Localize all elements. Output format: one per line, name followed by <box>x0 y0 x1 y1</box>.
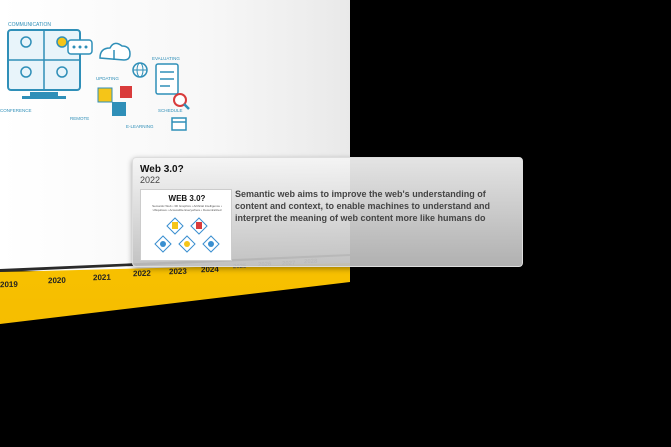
timeline-year[interactable]: 2023 <box>169 267 187 277</box>
chat-bubble-icon <box>67 39 93 55</box>
remote-work-illustration: COMMUNICATION UPDATING EVALUATING SCHEDU… <box>0 22 190 131</box>
puzzle-icon <box>97 86 132 116</box>
thumbnail-title: WEB 3.0? <box>168 194 206 203</box>
globe-icon <box>132 62 148 78</box>
illustration-label: CONFERENCE <box>0 108 32 113</box>
event-thumbnail[interactable]: WEB 3.0? Semantic Web • 3D Graphics • Ar… <box>140 189 232 261</box>
illustration-label: COMMUNICATION <box>8 22 51 28</box>
timeline-year[interactable]: 2019 <box>0 280 18 290</box>
calendar-icon <box>171 117 187 131</box>
cloud-upload-icon <box>99 42 131 61</box>
checklist-icon <box>155 63 179 95</box>
timeline-scene: COMMUNICATION UPDATING EVALUATING SCHEDU… <box>0 0 671 447</box>
illustration-label: EVALUATING <box>152 56 180 61</box>
event-description: Semantic web aims to improve the web's u… <box>235 189 491 223</box>
timeline-year[interactable]: 2020 <box>48 276 66 286</box>
event-popup-card[interactable]: Web 3.0? 2022 WEB 3.0? Semantic Web • 3D… <box>132 157 523 267</box>
timeline-year[interactable]: 2022 <box>133 269 151 279</box>
web3-diagram-icon <box>154 217 220 253</box>
illustration-label: E-LEARNING <box>126 124 154 129</box>
illustration-label: REMOTE <box>70 116 89 121</box>
timeline-year[interactable]: 2021 <box>93 273 111 283</box>
illustration-label: SCHEDULE <box>158 108 183 113</box>
event-year: 2022 <box>140 175 161 185</box>
thumbnail-subtitle: Semantic Web • 3D Graphics • Artificial … <box>152 204 222 212</box>
magnifier-icon <box>173 93 190 110</box>
illustration-label: UPDATING <box>96 76 119 81</box>
event-title: Web 3.0? <box>140 164 184 175</box>
